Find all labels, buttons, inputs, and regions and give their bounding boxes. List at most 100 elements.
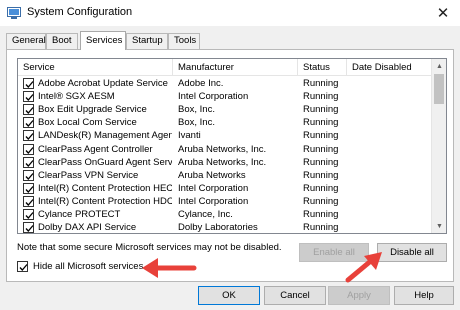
table-row[interactable]: Box Edit Upgrade Service Box, Inc. Running <box>18 103 432 117</box>
checkmark-icon <box>25 81 34 88</box>
service-name: Intel(R) Content Protection HEC... <box>38 182 172 194</box>
service-name: ClearPass Agent Controller <box>38 143 153 155</box>
status: Running <box>303 195 339 207</box>
service-checkbox[interactable] <box>23 209 34 220</box>
scroll-down-icon[interactable]: ▼ <box>432 219 446 233</box>
tab-services[interactable]: Services <box>80 31 126 50</box>
table-row[interactable]: Adobe Acrobat Update Service Adobe Inc. Ru… <box>18 77 432 91</box>
tab-tools[interactable]: Tools <box>168 33 200 49</box>
checkmark-icon <box>25 120 34 128</box>
tab-general[interactable]: General <box>6 33 46 49</box>
close-button[interactable]: ✕ <box>426 0 460 26</box>
service-checkbox[interactable] <box>23 104 34 116</box>
service-name: Cylance PROTECT <box>38 209 121 220</box>
status: Running <box>303 78 339 89</box>
checkmark-icon <box>25 146 34 154</box>
manufacturer: Aruba Networks, Inc. <box>178 143 267 155</box>
disable-all-button[interactable]: Disable all <box>377 243 447 262</box>
checkmark-icon <box>25 185 34 193</box>
column-header-manufacturer[interactable]: Manufacturer <box>173 59 298 76</box>
manufacturer: Aruba Networks, Inc. <box>178 156 267 168</box>
status: Running <box>303 222 339 234</box>
manufacturer: Intel Corporation <box>178 182 249 194</box>
table-row[interactable]: ClearPass VPN Service Aruba Networks Runni… <box>18 169 432 183</box>
service-checkbox[interactable] <box>23 169 34 181</box>
service-checkbox[interactable] <box>23 222 34 233</box>
tab-startup[interactable]: Startup <box>126 33 168 49</box>
service-name: LANDesk(R) Management Agent <box>38 130 172 142</box>
help-button[interactable]: Help <box>394 286 454 305</box>
status: Running <box>303 117 339 129</box>
status: Running <box>303 182 339 194</box>
table-row[interactable]: Intel® SGX AESM Intel Corporation Running <box>18 90 432 104</box>
checkmark-icon <box>25 94 34 102</box>
checkmark-icon <box>25 198 34 206</box>
manufacturer: Cylance, Inc. <box>178 209 233 220</box>
manufacturer: Aruba Networks <box>178 169 246 181</box>
manufacturer: Box, Inc. <box>178 104 215 116</box>
app-icon <box>7 7 21 19</box>
manufacturer: Adobe Inc. <box>178 78 224 89</box>
service-checkbox[interactable] <box>23 130 34 142</box>
status: Running <box>303 209 339 220</box>
table-row[interactable]: Dolby DAX API Service Dolby Laboratories R… <box>18 221 432 234</box>
column-header-service[interactable]: Service <box>18 59 173 76</box>
tab-boot[interactable]: Boot <box>46 33 78 49</box>
status: Running <box>303 130 339 142</box>
service-checkbox[interactable] <box>23 156 34 168</box>
ok-button[interactable]: OK <box>198 286 260 305</box>
table-row[interactable]: ClearPass Agent Controller Aruba Networks… <box>18 143 432 157</box>
table-row[interactable]: LANDesk(R) Management Agent Ivanti Running <box>18 129 432 143</box>
scroll-thumb[interactable] <box>434 74 444 104</box>
service-name: ClearPass VPN Service <box>38 169 139 181</box>
service-name: ClearPass OnGuard Agent Service <box>38 156 172 168</box>
table-row[interactable]: Cylance PROTECT Cylance, Inc. Running <box>18 208 432 222</box>
table-row[interactable]: ClearPass OnGuard Agent Service Aruba Net… <box>18 156 432 170</box>
hide-microsoft-services-label: Hide all Microsoft services <box>33 261 144 272</box>
apply-button[interactable]: Apply <box>328 286 390 305</box>
list-rows: Adobe Acrobat Update Service Adobe Inc. Ru… <box>18 77 432 234</box>
system-configuration-window: System Configuration ✕ General Boot Serv… <box>0 0 460 310</box>
manufacturer: Intel Corporation <box>178 195 249 207</box>
service-checkbox[interactable] <box>23 195 34 207</box>
checkmark-icon <box>25 107 34 115</box>
services-list[interactable]: Service Manufacturer Status Date Disable… <box>17 58 447 234</box>
scroll-up-icon[interactable]: ▲ <box>432 59 446 73</box>
service-name: Intel® SGX AESM <box>38 91 115 103</box>
vertical-scrollbar[interactable]: ▲ ▼ <box>431 59 446 233</box>
manufacturer: Box, Inc. <box>178 117 215 129</box>
column-header-status[interactable]: Status <box>298 59 347 76</box>
service-checkbox[interactable] <box>23 117 34 129</box>
manufacturer: Intel Corporation <box>178 91 249 103</box>
service-name: Intel(R) Content Protection HDC... <box>38 195 172 207</box>
status: Running <box>303 156 339 168</box>
status: Running <box>303 143 339 155</box>
status: Running <box>303 104 339 116</box>
table-row[interactable]: Intel(R) Content Protection HDC... Intel … <box>18 195 432 209</box>
checkmark-icon <box>19 264 28 271</box>
hide-microsoft-services-checkbox[interactable] <box>17 261 28 272</box>
service-name: Box Local Com Service <box>38 117 137 129</box>
service-name: Box Edit Upgrade Service <box>38 104 147 116</box>
checkmark-icon <box>25 159 34 167</box>
service-checkbox[interactable] <box>23 182 34 194</box>
service-name: Dolby DAX API Service <box>38 222 137 234</box>
list-header: Service Manufacturer Status Date Disable… <box>18 59 432 76</box>
cancel-button[interactable]: Cancel <box>264 286 326 305</box>
manufacturer: Dolby Laboratories <box>178 222 258 234</box>
column-header-date-disabled[interactable]: Date Disabled <box>347 59 432 76</box>
title-bar: System Configuration ✕ <box>0 0 460 26</box>
service-checkbox[interactable] <box>23 78 34 89</box>
arrow-annotation-icon <box>345 252 382 283</box>
status: Running <box>303 169 339 181</box>
checkmark-icon <box>25 212 34 219</box>
checkmark-icon <box>25 172 34 180</box>
table-row[interactable]: Box Local Com Service Box, Inc. Running <box>18 116 432 130</box>
service-checkbox[interactable] <box>23 143 34 155</box>
service-checkbox[interactable] <box>23 91 34 103</box>
close-icon: ✕ <box>436 5 450 22</box>
secure-services-note: Note that some secure Microsoft services… <box>17 242 282 253</box>
table-row[interactable]: Intel(R) Content Protection HEC... Intel … <box>18 182 432 196</box>
window-title: System Configuration <box>27 6 133 18</box>
service-name: Adobe Acrobat Update Service <box>38 78 168 89</box>
